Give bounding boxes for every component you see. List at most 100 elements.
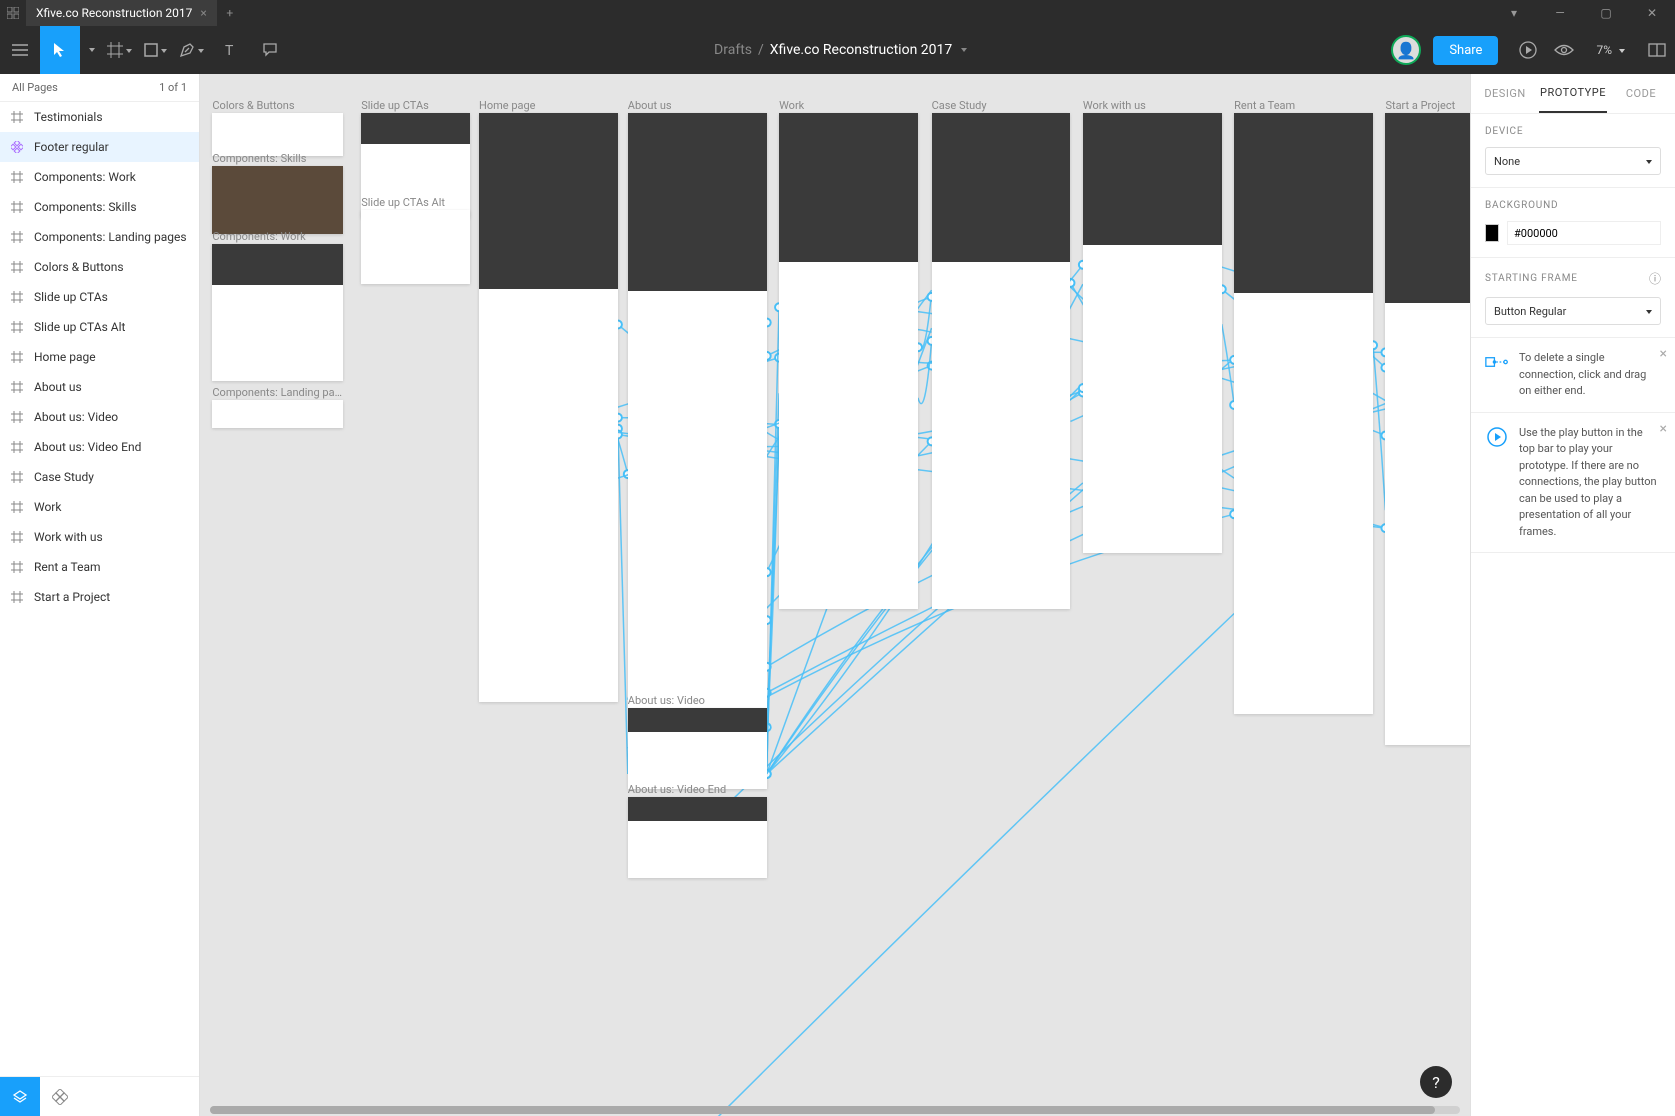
- frame-icon: [10, 350, 24, 364]
- sidebar-item[interactable]: Slide up CTAs Alt: [0, 312, 199, 342]
- canvas-frame[interactable]: [628, 708, 767, 789]
- frame-icon: [10, 260, 24, 274]
- file-tab[interactable]: Xfive.co Reconstruction 2017 ×: [26, 0, 217, 26]
- sidebar-item[interactable]: Case Study: [0, 462, 199, 492]
- sidebar-item[interactable]: Colors & Buttons: [0, 252, 199, 282]
- connection-icon: [1485, 350, 1509, 374]
- avatar[interactable]: 👤: [1391, 35, 1421, 65]
- frame-label[interactable]: Components: Work: [212, 230, 305, 243]
- frame-label[interactable]: Slide up CTAs: [361, 99, 429, 112]
- tab-design[interactable]: DESIGN: [1471, 74, 1539, 113]
- device-select[interactable]: None: [1485, 147, 1661, 175]
- frame-label[interactable]: Components: Skills: [212, 152, 306, 165]
- toolbar: T Drafts / Xfive.co Reconstruction 2017 …: [0, 26, 1675, 74]
- frame-label[interactable]: About us: Video End: [628, 783, 726, 796]
- canvas-frame[interactable]: [628, 113, 767, 708]
- tab-prototype[interactable]: PROTOTYPE: [1539, 74, 1607, 113]
- sidebar-item[interactable]: Components: Landing pages: [0, 222, 199, 252]
- frame-label[interactable]: Colors & Buttons: [212, 99, 294, 112]
- move-tool-button[interactable]: [40, 26, 80, 74]
- frame-label[interactable]: Rent a Team: [1234, 99, 1295, 112]
- sidebar-item[interactable]: Slide up CTAs: [0, 282, 199, 312]
- close-tab-icon[interactable]: ×: [200, 6, 206, 20]
- sidebar-item-label: Components: Landing pages: [34, 230, 187, 244]
- breadcrumb-dropdown-icon[interactable]: [958, 42, 967, 58]
- sidebar-item[interactable]: Rent a Team: [0, 552, 199, 582]
- frame-label[interactable]: About us: Video: [628, 694, 705, 707]
- comment-tool-button[interactable]: [250, 26, 290, 74]
- sidebar-item[interactable]: Components: Skills: [0, 192, 199, 222]
- canvas-frame[interactable]: [361, 210, 470, 284]
- frame-label[interactable]: Home page: [479, 99, 536, 112]
- sidebar-item[interactable]: Start a Project: [0, 582, 199, 612]
- device-section: DEVICE None: [1471, 114, 1675, 188]
- canvas-frame[interactable]: [479, 113, 618, 702]
- frame-label[interactable]: Work: [779, 99, 804, 112]
- canvas[interactable]: ? Colors & Buttons Components: Skills Comp…: [200, 74, 1470, 1116]
- help-button[interactable]: ?: [1420, 1066, 1452, 1098]
- window-maximize-icon[interactable]: ▢: [1583, 0, 1629, 26]
- sidebar-item[interactable]: About us: Video End: [0, 432, 199, 462]
- sidebar-item[interactable]: Testimonials: [0, 102, 199, 132]
- canvas-frame[interactable]: [212, 244, 342, 380]
- sidebar-item-label: About us: [34, 380, 82, 394]
- background-swatch[interactable]: [1485, 224, 1499, 242]
- window-close-icon[interactable]: ✕: [1629, 0, 1675, 26]
- info-icon[interactable]: ⓘ: [1649, 270, 1661, 287]
- sidebar-item-label: Case Study: [34, 470, 94, 484]
- layers-tab-icon[interactable]: [0, 1077, 40, 1116]
- frame-label[interactable]: Slide up CTAs Alt: [361, 196, 445, 209]
- close-icon[interactable]: ×: [1660, 421, 1667, 437]
- close-icon[interactable]: ×: [1660, 346, 1667, 362]
- sidebar-item-label: Slide up CTAs Alt: [34, 320, 125, 334]
- components-tab-icon[interactable]: [40, 1077, 80, 1116]
- frame-label[interactable]: About us: [628, 99, 672, 112]
- sidebar-item[interactable]: Work: [0, 492, 199, 522]
- frame-icon: [10, 590, 24, 604]
- canvas-frame[interactable]: [1234, 113, 1373, 714]
- move-tool-dropdown[interactable]: [80, 26, 101, 74]
- canvas-frame[interactable]: [212, 113, 342, 156]
- frame-icon: [10, 230, 24, 244]
- canvas-frame[interactable]: [1083, 113, 1222, 553]
- sidebar-item[interactable]: Footer regular: [0, 132, 199, 162]
- frame-label[interactable]: Work with us: [1083, 99, 1146, 112]
- canvas-frame[interactable]: [212, 400, 342, 427]
- canvas-frame[interactable]: [779, 113, 918, 609]
- shape-tool-button[interactable]: [138, 26, 173, 74]
- sidebar-item[interactable]: About us: [0, 372, 199, 402]
- starting-frame-select[interactable]: Button Regular: [1485, 297, 1661, 325]
- pages-header[interactable]: All Pages 1 of 1: [0, 74, 199, 102]
- canvas-frame[interactable]: [212, 166, 342, 234]
- breadcrumb-current[interactable]: Xfive.co Reconstruction 2017: [770, 42, 952, 58]
- sidebar-item[interactable]: Components: Work: [0, 162, 199, 192]
- window-dropdown-icon[interactable]: ▾: [1491, 0, 1537, 26]
- library-icon[interactable]: [1639, 32, 1675, 68]
- canvas-frame[interactable]: [1385, 113, 1470, 745]
- new-tab-button[interactable]: +: [217, 6, 243, 20]
- canvas-frame[interactable]: [932, 113, 1071, 609]
- text-tool-button[interactable]: T: [210, 26, 250, 74]
- frame-tool-button[interactable]: [101, 26, 138, 74]
- zoom-control[interactable]: 7%: [1582, 43, 1639, 57]
- horizontal-scrollbar[interactable]: [210, 1106, 1460, 1114]
- breadcrumb-parent[interactable]: Drafts: [714, 42, 752, 58]
- frame-icon: [10, 170, 24, 184]
- tab-code[interactable]: CODE: [1607, 74, 1675, 113]
- frame-label[interactable]: Start a Project: [1385, 99, 1455, 112]
- window-minimize-icon[interactable]: —: [1537, 0, 1583, 26]
- sidebar-item[interactable]: Home page: [0, 342, 199, 372]
- pen-tool-button[interactable]: [173, 26, 210, 74]
- play-button[interactable]: [1510, 32, 1546, 68]
- app-menu-icon[interactable]: [0, 7, 26, 19]
- frame-label[interactable]: Case Study: [932, 99, 987, 112]
- sidebar-item[interactable]: About us: Video: [0, 402, 199, 432]
- titlebar: Xfive.co Reconstruction 2017 × + ▾ — ▢ ✕: [0, 0, 1675, 26]
- hamburger-menu-icon[interactable]: [0, 26, 40, 74]
- sidebar-item[interactable]: Work with us: [0, 522, 199, 552]
- frame-label[interactable]: Components: Landing pa…: [212, 386, 342, 399]
- view-settings-icon[interactable]: [1546, 32, 1582, 68]
- share-button[interactable]: Share: [1433, 36, 1498, 65]
- canvas-frame[interactable]: [628, 797, 767, 878]
- background-input[interactable]: [1507, 221, 1661, 245]
